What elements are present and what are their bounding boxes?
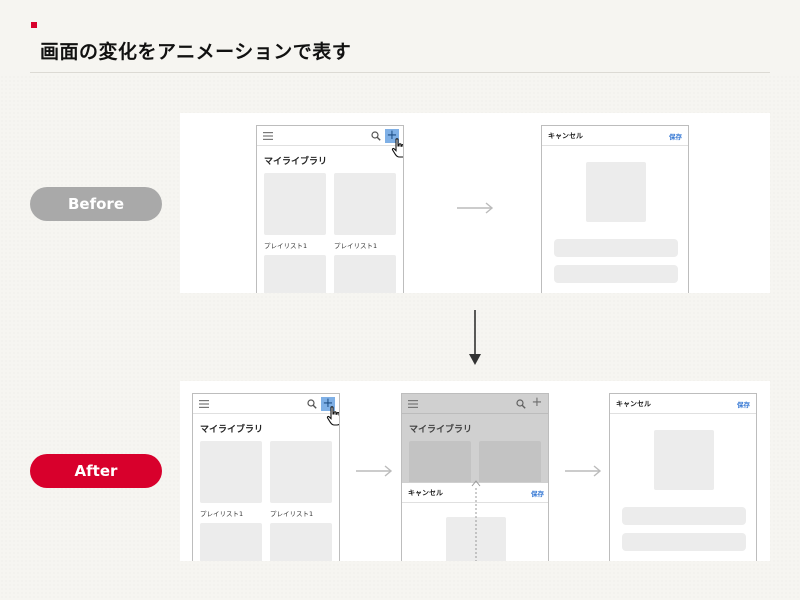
- playlist-thumbnail[interactable]: [200, 441, 262, 503]
- after-label: After: [30, 454, 162, 488]
- modal-text-field[interactable]: [554, 265, 678, 283]
- playlist-label: プレイリスト1: [200, 510, 244, 518]
- playlist-thumbnail[interactable]: [270, 441, 332, 503]
- modal-image-placeholder[interactable]: [654, 430, 714, 490]
- cancel-button[interactable]: キャンセル: [548, 131, 583, 141]
- playlist-thumbnail[interactable]: [334, 173, 396, 235]
- arrow-right-icon: [457, 202, 494, 214]
- modal-text-field[interactable]: [622, 507, 746, 525]
- modal-text-field[interactable]: [622, 533, 746, 551]
- arrow-down-icon: [469, 310, 481, 365]
- arrow-right-icon: [356, 465, 393, 477]
- after-panel: + マイライブラリ プレイリスト1 プレイリスト1 + マイライブラリ キャンセ…: [180, 381, 770, 561]
- save-button[interactable]: 保存: [531, 488, 544, 498]
- playlist-label: プレイリスト1: [270, 510, 314, 518]
- dashed-arrow-up-icon: [471, 480, 481, 561]
- arrow-right-icon: [565, 465, 602, 477]
- page-title: 画面の変化をアニメーションで表す: [40, 41, 352, 63]
- library-screen: + マイライブラリ プレイリスト1 プレイリスト1: [256, 125, 404, 293]
- save-button[interactable]: 保存: [669, 131, 682, 141]
- library-heading: マイライブラリ: [264, 157, 328, 167]
- modal-image-placeholder[interactable]: [586, 162, 646, 222]
- hand-pointer-icon: [391, 138, 403, 158]
- playlist-label: プレイリスト1: [264, 242, 308, 250]
- modal-bar: キャンセル 保存: [542, 126, 688, 146]
- playlist-thumbnail[interactable]: [264, 255, 326, 293]
- transition-screen: + マイライブラリ キャンセル 保存: [401, 393, 549, 561]
- cancel-button[interactable]: キャンセル: [408, 488, 443, 498]
- app-bar: +: [257, 126, 403, 146]
- modal-bar: キャンセル 保存: [610, 394, 756, 414]
- menu-icon[interactable]: [263, 132, 273, 140]
- modal-screen: キャンセル 保存: [541, 125, 689, 293]
- hand-pointer-icon: [326, 406, 339, 426]
- playlist-thumbnail[interactable]: [270, 523, 332, 561]
- search-icon[interactable]: [371, 131, 381, 141]
- before-label: Before: [30, 187, 162, 221]
- modal-text-field[interactable]: [554, 239, 678, 257]
- search-icon[interactable]: [307, 399, 317, 409]
- before-panel: + マイライブラリ プレイリスト1 プレイリスト1 キャンセル 保存: [180, 113, 770, 293]
- dim-overlay: [402, 394, 548, 482]
- title-divider: [30, 72, 770, 73]
- playlist-thumbnail[interactable]: [264, 173, 326, 235]
- library-screen: + マイライブラリ プレイリスト1 プレイリスト1: [192, 393, 340, 561]
- library-heading: マイライブラリ: [200, 425, 264, 435]
- menu-icon[interactable]: [199, 400, 209, 408]
- cancel-button[interactable]: キャンセル: [616, 399, 651, 409]
- app-bar: +: [193, 394, 339, 414]
- save-button[interactable]: 保存: [737, 399, 750, 409]
- playlist-label: プレイリスト1: [334, 242, 378, 250]
- modal-screen: キャンセル 保存: [609, 393, 757, 561]
- playlist-thumbnail[interactable]: [200, 523, 262, 561]
- playlist-thumbnail[interactable]: [334, 255, 396, 293]
- header-accent-mark: [31, 22, 37, 28]
